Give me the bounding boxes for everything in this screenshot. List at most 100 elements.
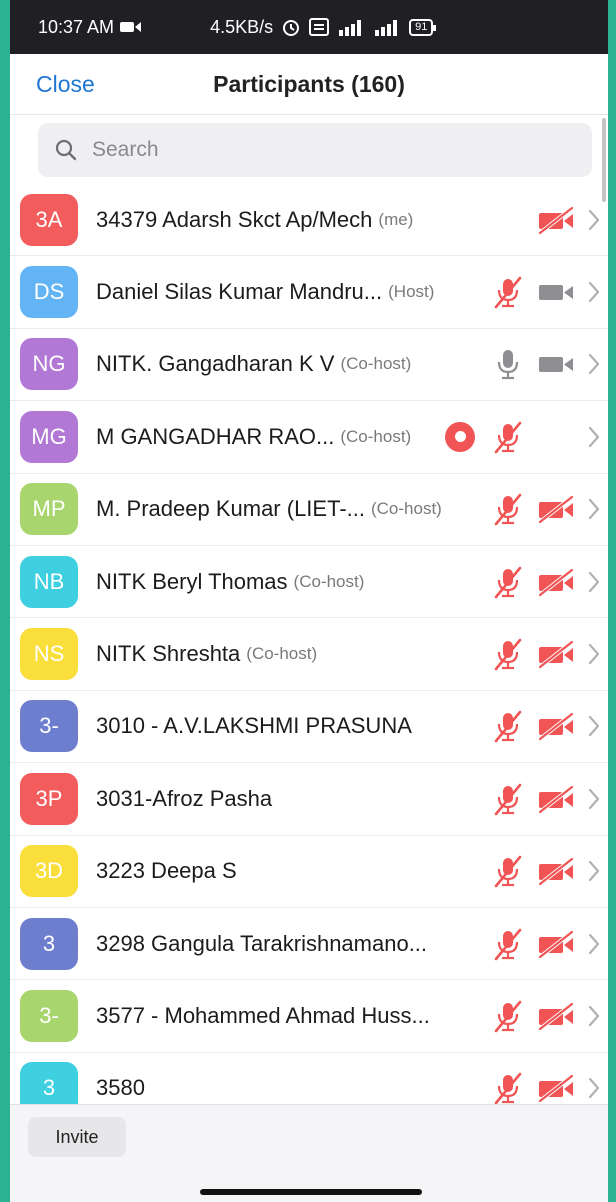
list-scrollbar[interactable] <box>602 118 606 202</box>
search-input[interactable]: Search <box>38 123 592 177</box>
chevron-right-icon <box>588 643 600 665</box>
participant-status-icons <box>484 256 608 327</box>
mic-status <box>484 927 532 961</box>
signal-icon <box>375 20 398 36</box>
chevron-right-icon <box>588 788 600 809</box>
participant-role: (Co-host) <box>370 499 442 519</box>
row-chevron[interactable] <box>580 280 608 304</box>
row-chevron[interactable] <box>580 642 608 666</box>
participant-name: NITK. Gangadharan K V <box>96 351 335 377</box>
participant-row[interactable]: DS Daniel Silas Kumar Mandru... (Host) <box>10 256 608 329</box>
avatar: 3 <box>20 1062 78 1104</box>
participant-row[interactable]: 3- 3010 - A.V.LAKSHMI PRASUNA <box>10 691 608 764</box>
video-status <box>532 349 580 379</box>
participant-role: (me) <box>378 209 414 229</box>
invite-button[interactable]: Invite <box>28 1117 126 1157</box>
participant-row[interactable]: 3D 3223 Deepa S <box>10 836 608 908</box>
mic-muted-icon <box>494 638 522 671</box>
participant-row[interactable]: MG M GANGADHAR RAO... (Co-host) <box>10 401 608 474</box>
row-chevron[interactable] <box>580 787 608 811</box>
record-icon <box>445 421 475 452</box>
chevron-right-icon <box>588 281 600 303</box>
close-button[interactable]: Close <box>36 71 95 98</box>
participant-row[interactable]: 3 3298 Gangula Tarakrishnamano... <box>10 908 608 981</box>
mic-status <box>484 1071 532 1104</box>
participant-row[interactable]: NS NITK Shreshta (Co-host) <box>10 618 608 691</box>
video-muted-icon <box>538 1002 574 1031</box>
avatar: DS <box>20 266 78 319</box>
participant-row[interactable]: 3A 34379 Adarsh Skct Ap/Mech (me) <box>10 184 608 257</box>
status-time: 10:37 AM <box>38 16 115 37</box>
video-status <box>532 1001 580 1031</box>
participant-row[interactable]: 3- 3577 - Mohammed Ahmad Huss... <box>10 980 608 1053</box>
participant-row[interactable]: NB NITK Beryl Thomas (Co-host) <box>10 546 608 619</box>
alarm-icon <box>283 20 300 36</box>
chevron-right-icon <box>588 571 600 592</box>
mic-muted-icon <box>494 1073 522 1104</box>
mic-muted-icon <box>494 783 522 816</box>
video-status <box>532 205 580 235</box>
home-indicator[interactable] <box>200 1189 422 1195</box>
participants-list[interactable]: 3A 34379 Adarsh Skct Ap/Mech (me) DS Daniel … <box>10 184 608 1104</box>
mic-status <box>484 782 532 816</box>
chevron-right-icon <box>588 499 600 520</box>
recording-indicator <box>436 421 484 452</box>
bottom-toolbar: Invite <box>10 1104 608 1202</box>
participant-status-icons <box>484 836 608 907</box>
video-muted-icon <box>538 640 574 669</box>
participant-name: Daniel Silas Kumar Mandru... <box>96 279 383 305</box>
row-chevron[interactable] <box>580 208 608 232</box>
participant-status-icons <box>484 1053 608 1104</box>
mic-muted-icon <box>494 928 522 960</box>
participant-name: 3010 - A.V.LAKSHMI PRASUNA <box>96 713 412 739</box>
participant-name: M. Pradeep Kumar (LIET-... <box>96 496 365 522</box>
participant-status-icons <box>484 618 608 689</box>
status-bar: 10:37 AM 4.5KB/s 91 <box>10 0 608 54</box>
participant-status-icons <box>484 474 608 545</box>
video-status <box>532 567 580 597</box>
video-muted-icon <box>538 495 574 524</box>
avatar: 3- <box>20 700 78 753</box>
row-chevron[interactable] <box>580 497 608 521</box>
chevron-right-icon <box>588 354 600 375</box>
chevron-right-icon <box>588 861 600 882</box>
chevron-right-icon <box>588 716 600 737</box>
participant-name: 3298 Gangula Tarakrishnamano... <box>96 930 428 956</box>
video-status <box>532 639 580 669</box>
row-chevron[interactable] <box>580 570 608 594</box>
participant-name: 3031-Afroz Pasha <box>96 785 273 811</box>
mic-muted-icon <box>494 493 522 526</box>
row-chevron[interactable] <box>580 1076 608 1100</box>
row-chevron[interactable] <box>580 932 608 956</box>
video-status <box>532 494 580 524</box>
participant-row[interactable]: 3P 3031-Afroz Pasha <box>10 763 608 836</box>
page-title: Participants (160) <box>213 70 405 97</box>
video-muted-icon <box>538 568 574 597</box>
participant-status-icons <box>484 184 608 255</box>
row-chevron[interactable] <box>580 859 608 883</box>
mic-muted-icon <box>494 855 522 888</box>
participant-row[interactable]: 3 3580 <box>10 1053 608 1104</box>
participant-row[interactable]: MP M. Pradeep Kumar (LIET-... (Co-host) <box>10 474 608 546</box>
participant-name: 3577 - Mohammed Ahmad Huss... <box>96 1002 430 1028</box>
participant-status-icons <box>484 546 608 617</box>
video-muted-icon <box>538 1074 574 1103</box>
video-muted-icon <box>538 857 574 886</box>
status-time-group: 10:37 AM <box>38 17 142 38</box>
row-chevron[interactable] <box>580 425 608 449</box>
video-camera-icon <box>120 22 142 32</box>
video-camera-icon <box>539 285 573 301</box>
avatar: 3P <box>20 772 78 825</box>
row-chevron[interactable] <box>580 714 608 738</box>
video-status <box>532 277 580 307</box>
participant-status-icons <box>484 763 608 834</box>
avatar: MP <box>20 483 78 536</box>
mic-status <box>484 854 532 888</box>
app-screen: 10:37 AM 4.5KB/s 91 Close Participants (… <box>10 0 608 1202</box>
participant-row[interactable]: NG NITK. Gangadharan K V (Co-host) <box>10 329 608 402</box>
battery-level: 91 <box>415 20 428 33</box>
avatar: NS <box>20 628 78 681</box>
row-chevron[interactable] <box>580 1004 608 1028</box>
video-muted-icon <box>538 785 574 814</box>
row-chevron[interactable] <box>580 352 608 376</box>
